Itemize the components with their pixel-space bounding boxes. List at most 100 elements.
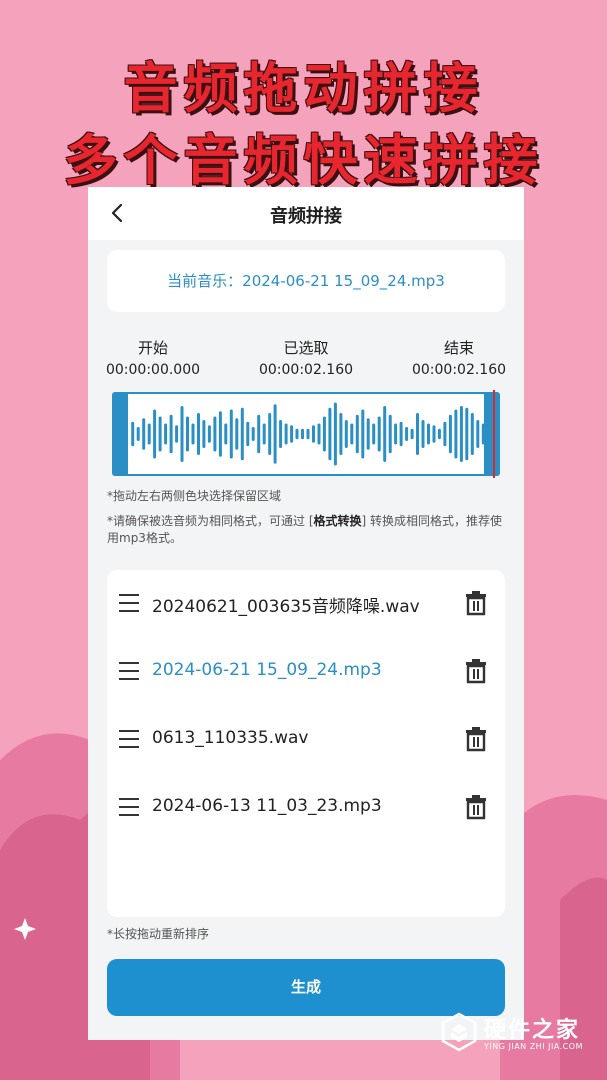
waveform-bar	[355, 414, 359, 454]
promo-headline-1: 音频拖动拼接	[123, 57, 484, 120]
left-trim-handle[interactable]	[112, 392, 128, 476]
waveform-bar	[476, 420, 480, 448]
file-list: 20240621_003635音频降噪.wav 2024-06-21 15_09…	[107, 570, 505, 917]
waveform-bar	[186, 416, 189, 452]
waveform-bar	[312, 425, 315, 443]
waveform-bar	[465, 407, 469, 461]
list-item[interactable]: 2024-06-21 15_09_24.mp3	[107, 638, 505, 706]
waveform-bar	[454, 409, 458, 459]
waveform-bar	[197, 413, 200, 455]
format-hint: *请确保被选音频为相同格式，可通过 [格式转换] 转换成相同格式，推荐使用mp3…	[107, 514, 503, 545]
file-name: 20240621_003635音频降噪.wav	[152, 597, 420, 617]
waveform-bar	[131, 421, 135, 447]
waveform-bar	[279, 420, 283, 448]
app-screen: 音频拼接 当前音乐：2024-06-21 15_09_24.mp3 开始 00:…	[88, 187, 524, 1040]
waveform-bar	[207, 425, 211, 443]
watermark-subtext: YING JIAN ZHI JIA.COM	[484, 1042, 583, 1051]
waveform-bar	[202, 420, 206, 448]
waveform-bar	[290, 425, 294, 443]
waveform-bar	[344, 420, 348, 448]
drag-handle-icon[interactable]	[119, 662, 139, 680]
drag-handle-icon[interactable]	[119, 730, 139, 748]
generate-button[interactable]: 生成	[107, 959, 505, 1016]
playhead[interactable]	[493, 390, 495, 478]
waveform-bar	[350, 423, 354, 445]
waveform-bar	[328, 407, 332, 461]
end-value: 00:00:02.160	[411, 362, 507, 378]
current-music-label: 当前音乐：2024-06-21 15_09_24.mp3	[167, 272, 445, 290]
selected-value: 00:00:02.160	[258, 362, 354, 378]
promo-headline-2: 多个音频快速拼接	[63, 129, 544, 192]
waveform-bar	[306, 428, 310, 440]
file-name-active: 2024-06-21 15_09_24.mp3	[152, 660, 382, 680]
waveform-bar	[333, 402, 337, 466]
waveform-bar	[366, 418, 370, 450]
waveform-bar	[273, 404, 277, 464]
start-label: 开始	[137, 339, 168, 357]
waveform-bar	[191, 423, 195, 445]
selected-label: 已选取	[283, 339, 329, 357]
waveform-bar	[180, 406, 184, 462]
waveform-bar	[224, 423, 228, 445]
waveform-bar	[142, 418, 146, 450]
waveform-bar	[394, 423, 398, 445]
current-music-card: 当前音乐：2024-06-21 15_09_24.mp3	[107, 250, 505, 312]
trash-icon[interactable]	[465, 794, 487, 820]
format-convert-link[interactable]: 格式转换	[314, 514, 362, 528]
waveform-bar	[301, 428, 304, 440]
waveform-bar	[295, 428, 299, 440]
page-title: 音频拼接	[270, 206, 342, 227]
waveform-bar	[432, 425, 436, 443]
top-bar: 音频拼接	[88, 187, 524, 240]
waveform-bar	[246, 421, 250, 447]
waveform-selector[interactable]	[112, 390, 500, 478]
waveform-bar	[218, 411, 222, 457]
drag-handle-icon[interactable]	[119, 594, 139, 612]
waveform-bar	[388, 414, 392, 454]
watermark: 硬件之家 YING JIAN ZHI JIA.COM	[440, 1010, 600, 1056]
waveform-bar	[448, 414, 452, 454]
waveform-bar	[147, 423, 151, 445]
drag-handle-icon[interactable]	[119, 798, 139, 816]
waveform-bar	[361, 409, 365, 459]
waveform-bar	[169, 414, 173, 454]
waveform-bar	[268, 413, 272, 455]
drag-hint: *拖动左右两侧色块选择保留区域	[107, 489, 282, 503]
waveform-bar	[153, 409, 157, 459]
waveform-bar	[427, 423, 430, 445]
list-item[interactable]: 2024-06-13 11_03_23.mp3	[107, 774, 505, 842]
start-time: 开始 00:00:00.000	[98, 337, 208, 378]
waveform-bar	[317, 423, 321, 445]
waveform-bar	[251, 427, 255, 441]
waveform	[131, 402, 485, 466]
trash-icon[interactable]	[465, 590, 487, 616]
selected-time: 已选取 00:00:02.160	[251, 337, 361, 378]
waveform-bar	[339, 413, 343, 455]
waveform-bar	[399, 421, 403, 447]
trash-icon[interactable]	[465, 658, 487, 684]
right-trim-handle[interactable]	[484, 392, 500, 476]
waveform-bar	[164, 423, 168, 445]
waveform-bar	[405, 427, 409, 441]
waveform-bar	[235, 418, 239, 450]
waveform-bar	[470, 413, 474, 455]
waveform-bar	[459, 406, 463, 462]
waveform-bar	[229, 409, 233, 459]
waveform-bar	[383, 406, 387, 462]
waveform-bar	[416, 413, 419, 455]
file-name: 2024-06-13 11_03_23.mp3	[152, 796, 382, 816]
waveform-bar	[158, 416, 162, 452]
list-item[interactable]: 20240621_003635音频降噪.wav	[107, 570, 505, 638]
trash-icon[interactable]	[465, 726, 487, 752]
waveform-bar	[175, 425, 179, 443]
end-time: 结束 00:00:02.160	[404, 337, 514, 378]
waveform-bar	[410, 428, 414, 440]
waveform-bar	[213, 416, 217, 452]
waveform-bar	[257, 414, 261, 454]
sort-hint: *长按拖动重新排序	[107, 927, 210, 941]
list-item[interactable]: 0613_110335.wav	[107, 706, 505, 774]
waveform-bar	[372, 423, 376, 445]
waveform-bar	[377, 416, 381, 452]
waveform-bar	[443, 421, 447, 447]
watermark-text: 硬件之家	[484, 1018, 581, 1043]
